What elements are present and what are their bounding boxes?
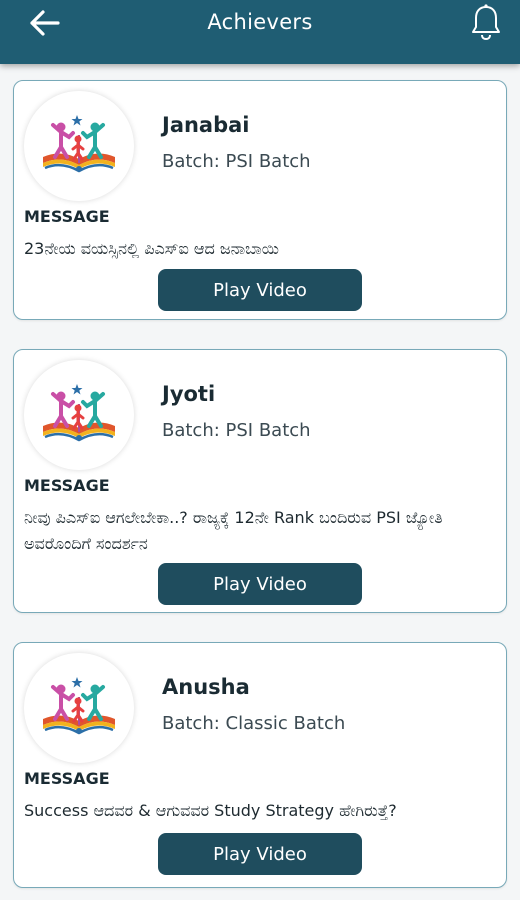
achiever-batch: Batch: PSI Batch (162, 420, 311, 441)
app-bar: Achievers (0, 0, 520, 64)
notifications-button[interactable] (468, 2, 504, 42)
logo-icon (43, 115, 115, 173)
message-text: Success ಆದವರ & ಆಗುವವರ Study Strategy ಹೇಗ… (24, 801, 397, 820)
achiever-batch: Batch: PSI Batch (162, 151, 311, 172)
logo-icon (43, 384, 115, 442)
bell-icon (472, 4, 500, 41)
achiever-name: Anusha (162, 675, 250, 699)
achiever-name: Jyoti (162, 382, 216, 406)
achiever-batch: Batch: Classic Batch (162, 713, 346, 734)
message-text: ನೀವು ಪಿಎಸ್ಐ ಆಗಲೇಬೇಕಾ..? ರಾಜ್ಯಕ್ಕೆ 12ನೇ R… (24, 508, 443, 553)
achievers-list[interactable]: Janabai Batch: PSI Batch MESSAGE 23ನೇಯ ವ… (0, 64, 520, 900)
play-video-button[interactable]: Play Video (158, 833, 362, 875)
message-label: MESSAGE (24, 769, 110, 788)
play-video-button[interactable]: Play Video (158, 269, 362, 311)
achiever-card: Jyoti Batch: PSI Batch MESSAGE ನೀವು ಪಿಎಸ… (13, 349, 507, 613)
page-title: Achievers (207, 10, 313, 34)
logo-icon (43, 677, 115, 735)
achiever-card: Janabai Batch: PSI Batch MESSAGE 23ನೇಯ ವ… (13, 80, 507, 320)
achiever-name: Janabai (162, 113, 250, 137)
message-label: MESSAGE (24, 207, 110, 226)
play-video-button[interactable]: Play Video (158, 563, 362, 605)
avatar (24, 360, 134, 470)
message-label: MESSAGE (24, 476, 110, 495)
message-text: 23ನೇಯ ವಯಸ್ಸಿನಲ್ಲಿ ಪಿಎಸ್ಐ ಆದ ಜನಾಬಾಯಿ (24, 239, 279, 258)
achiever-card: Anusha Batch: Classic Batch MESSAGE Succ… (13, 642, 507, 888)
avatar (24, 91, 134, 201)
avatar (24, 653, 134, 763)
